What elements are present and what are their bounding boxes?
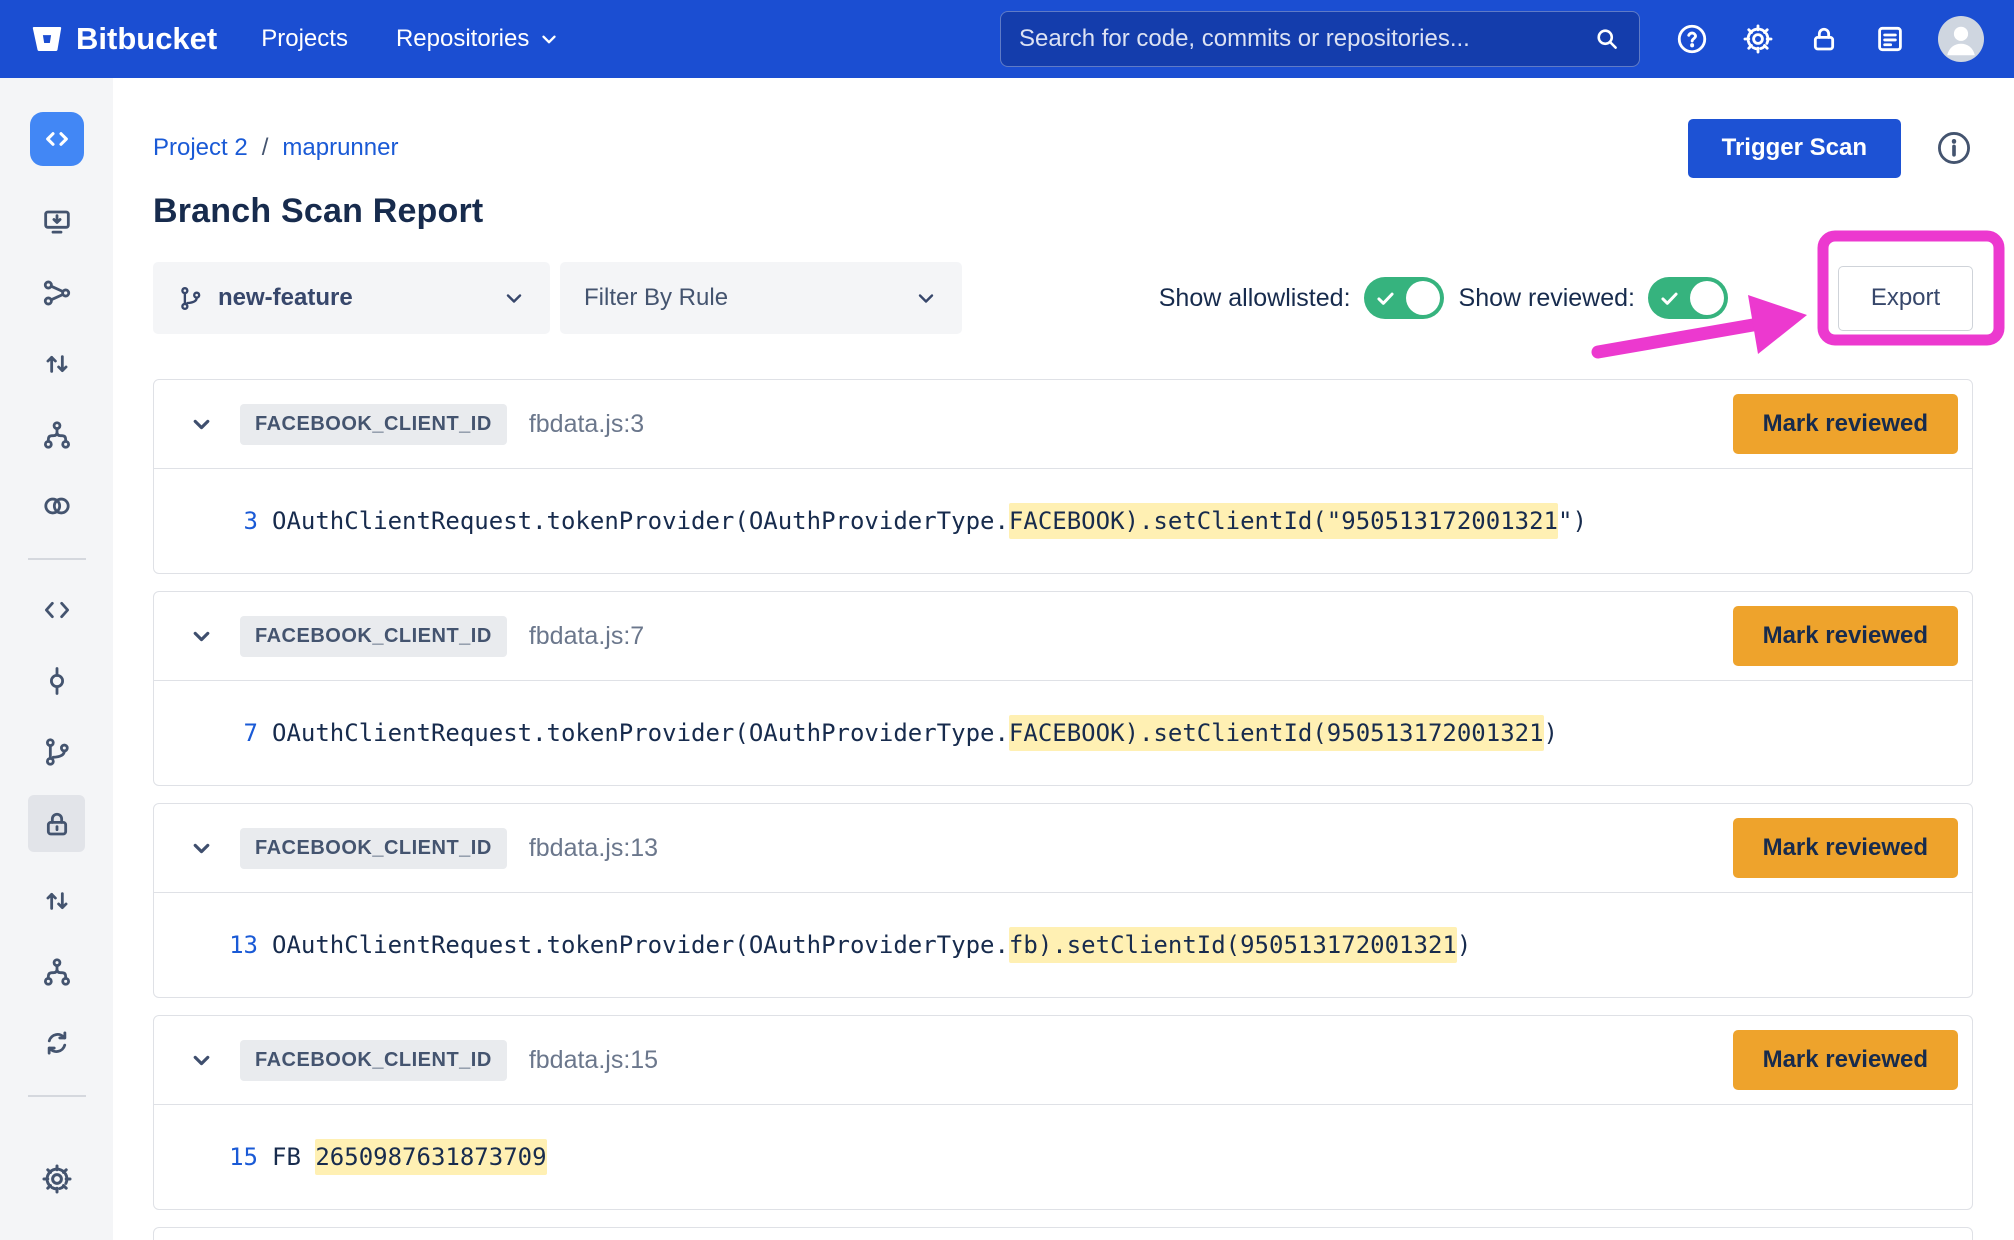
show-reviewed-label: Show reviewed:	[1459, 284, 1635, 313]
rule-badge: FACEBOOK_CLIENT_ID	[240, 404, 507, 445]
collapse-chevron-icon[interactable]	[186, 837, 216, 860]
page-title: Branch Scan Report	[153, 192, 1973, 231]
finding-location: fbdata.js:3	[529, 410, 644, 439]
secret-highlight: FACEBOOK).setClientId(950513172001321	[1009, 715, 1544, 751]
sidebar-divider	[28, 558, 86, 560]
secret-highlight: FACEBOOK).setClientId("950513172001321	[1009, 503, 1558, 539]
sync-icon[interactable]	[34, 1021, 80, 1065]
mark-reviewed-button[interactable]: Mark reviewed	[1733, 818, 1958, 878]
commit-graph-icon[interactable]	[34, 271, 80, 315]
nav-projects[interactable]: Projects	[261, 25, 348, 53]
rule-badge: FACEBOOK_CLIENT_ID	[240, 828, 507, 869]
search-input[interactable]	[1019, 25, 1593, 53]
secret-highlight: 2650987631873709	[315, 1139, 546, 1175]
code-line: FB 2650987631873709	[272, 1143, 547, 1171]
fork-icon[interactable]	[34, 413, 80, 457]
lock-icon[interactable]	[1806, 21, 1842, 57]
chevron-down-icon	[502, 286, 526, 310]
code-line: OAuthClientRequest.tokenProvider(OAuthPr…	[272, 719, 1558, 747]
show-reviewed-toggle[interactable]	[1648, 277, 1728, 319]
top-navbar: Bitbucket Projects Repositories	[0, 0, 2014, 78]
finding-card: FACEBOOK_CLIENT_ID fbdata.js:13 Mark rev…	[153, 803, 1973, 998]
brand-text: Bitbucket	[76, 21, 217, 57]
left-sidebar	[0, 78, 113, 1240]
code-line: OAuthClientRequest.tokenProvider(OAuthPr…	[272, 507, 1587, 535]
pull-requests-icon[interactable]	[34, 879, 80, 923]
line-number: 13	[154, 931, 258, 959]
search-icon	[1593, 25, 1621, 53]
code-line: OAuthClientRequest.tokenProvider(OAuthPr…	[272, 931, 1471, 959]
collapse-chevron-icon[interactable]	[186, 1049, 216, 1072]
security-lock-icon[interactable]	[28, 795, 85, 852]
show-allowlisted-label: Show allowlisted:	[1159, 284, 1351, 313]
info-icon[interactable]	[1935, 129, 1973, 167]
chevron-down-icon	[538, 28, 560, 50]
bitbucket-app: Bitbucket Projects Repositories	[0, 0, 2014, 1240]
finding-location: fbdata.js:7	[529, 622, 644, 651]
branch-icon	[177, 285, 204, 312]
forks-icon[interactable]	[34, 950, 80, 994]
check-icon	[1659, 288, 1680, 309]
settings-gear-icon[interactable]	[34, 1157, 80, 1201]
show-allowlisted-toggle[interactable]	[1364, 277, 1444, 319]
mark-reviewed-button[interactable]: Mark reviewed	[1733, 606, 1958, 666]
finding-card: FACEBOOK_CLIENT_ID fbdata.js:15 Mark rev…	[153, 1015, 1973, 1210]
sidebar-divider	[28, 1095, 86, 1097]
branch-select[interactable]: new-feature	[153, 262, 550, 334]
check-icon	[1375, 288, 1396, 309]
findings-list: FACEBOOK_CLIENT_ID fbdata.js:3 Mark revi…	[153, 379, 1973, 1240]
finding-card: FACEBOOK_CLIENT_ID fbdata.js:3 Mark revi…	[153, 379, 1973, 574]
mark-reviewed-button[interactable]: Mark reviewed	[1733, 394, 1958, 454]
rule-filter-value: Filter By Rule	[584, 284, 728, 312]
pipelines-icon[interactable]	[34, 484, 80, 528]
mark-reviewed-button[interactable]: Mark reviewed	[1733, 1030, 1958, 1090]
branch-select-value: new-feature	[218, 284, 353, 312]
main-content: Project 2 / maprunner Trigger Scan Branc…	[113, 78, 2014, 1240]
nav-repositories[interactable]: Repositories	[396, 25, 560, 53]
export-button[interactable]: Export	[1838, 266, 1973, 331]
global-search[interactable]	[1000, 11, 1640, 67]
source-code-icon[interactable]	[34, 588, 80, 632]
toggle-knob	[1690, 281, 1724, 315]
chevron-down-icon	[914, 286, 938, 310]
controls-row: new-feature Filter By Rule Show allowlis…	[153, 262, 1973, 334]
secret-highlight: fb).setClientId(950513172001321	[1009, 927, 1457, 963]
gear-icon[interactable]	[1740, 21, 1776, 57]
breadcrumb-project-link[interactable]: Project 2	[153, 134, 248, 162]
rule-badge: FACEBOOK_CLIENT_ID	[240, 616, 507, 657]
rule-badge: FACEBOOK_CLIENT_ID	[240, 1040, 507, 1081]
help-icon[interactable]	[1674, 21, 1710, 57]
trigger-scan-button[interactable]: Trigger Scan	[1688, 119, 1901, 178]
commit-icon[interactable]	[34, 659, 80, 703]
line-number: 7	[154, 719, 258, 747]
navbar-actions	[1674, 16, 1984, 62]
repo-avatar[interactable]	[30, 112, 84, 166]
finding-card-partial	[153, 1227, 1973, 1240]
finding-location: fbdata.js:15	[529, 1046, 658, 1075]
clone-icon[interactable]	[34, 200, 80, 244]
breadcrumb: Project 2 / maprunner	[153, 134, 398, 162]
toggle-knob	[1406, 281, 1440, 315]
breadcrumb-separator: /	[262, 134, 269, 162]
collapse-chevron-icon[interactable]	[186, 413, 216, 436]
bitbucket-logo[interactable]: Bitbucket	[30, 21, 217, 57]
line-number: 3	[154, 507, 258, 535]
finding-card: FACEBOOK_CLIENT_ID fbdata.js:7 Mark revi…	[153, 591, 1973, 786]
feedback-icon[interactable]	[1872, 21, 1908, 57]
primary-nav: Projects Repositories	[261, 25, 560, 53]
breadcrumb-repo-link[interactable]: maprunner	[282, 134, 398, 162]
collapse-chevron-icon[interactable]	[186, 625, 216, 648]
nav-projects-label: Projects	[261, 25, 348, 53]
nav-repositories-label: Repositories	[396, 25, 529, 53]
line-number: 15	[154, 1143, 258, 1171]
pull-request-icon[interactable]	[34, 342, 80, 386]
avatar[interactable]	[1938, 16, 1984, 62]
finding-location: fbdata.js:13	[529, 834, 658, 863]
rule-filter-select[interactable]: Filter By Rule	[560, 262, 962, 334]
bitbucket-mark-icon	[30, 22, 64, 56]
branch-icon[interactable]	[34, 730, 80, 774]
